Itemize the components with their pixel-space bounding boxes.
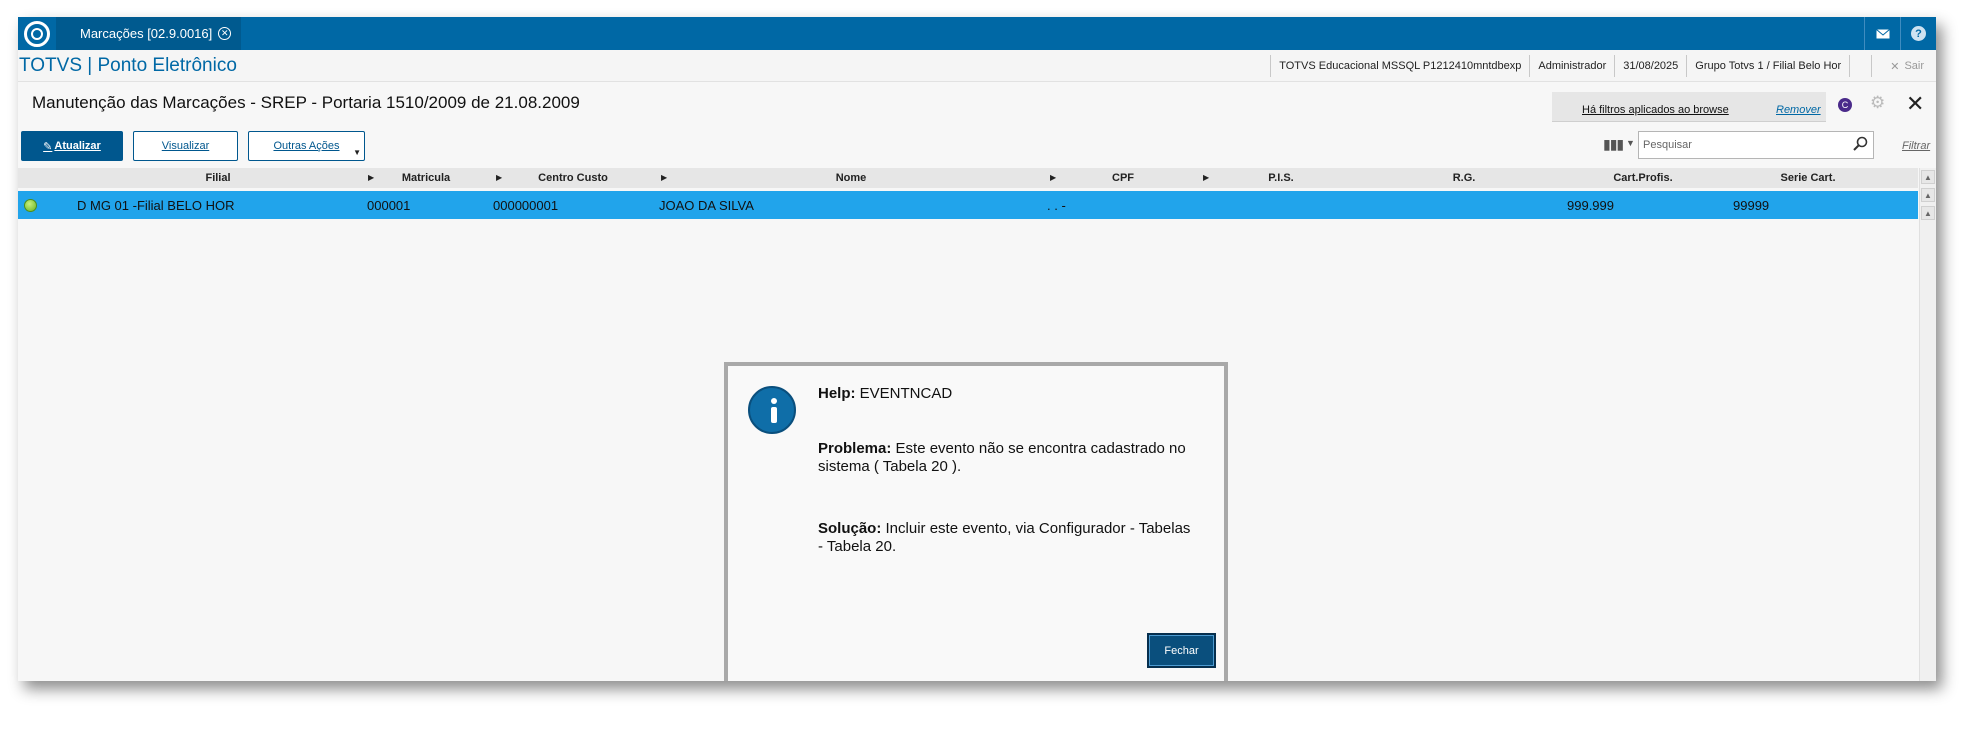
c-badge-icon[interactable]: C xyxy=(1838,98,1852,112)
filter-notice: Há filtros aplicados ao browse Remover xyxy=(1552,92,1826,122)
fechar-button[interactable]: Fechar xyxy=(1147,633,1216,668)
remove-filter-link[interactable]: Remover xyxy=(1776,104,1821,116)
solution-label: Solução: xyxy=(818,520,882,537)
column-header-matricula[interactable]: Matricula xyxy=(402,172,450,184)
outras-acoes-button[interactable]: Outras Ações ▼ xyxy=(248,131,365,161)
column-header-filial[interactable]: Filial xyxy=(205,172,230,184)
sort-arrow-icon[interactable]: ▶ xyxy=(1203,173,1209,182)
product-title: TOTVS | Ponto Eletrônico xyxy=(19,55,237,76)
column-header-centro-custo[interactable]: Centro Custo xyxy=(538,172,608,184)
tab-marcacoes[interactable]: Marcações [02.9.0016] ✕ xyxy=(56,17,242,50)
help-value: EVENTNCAD xyxy=(859,385,953,402)
sort-arrow-icon[interactable]: ▶ xyxy=(496,173,502,182)
status-green-icon xyxy=(24,199,37,212)
problem-label: Problema: xyxy=(818,440,892,457)
pencil-icon: ✎ xyxy=(43,140,53,153)
scroll-up-icon[interactable]: ▲ xyxy=(1921,206,1935,220)
base-date[interactable]: 31/08/2025 xyxy=(1614,55,1686,77)
tab-close-icon[interactable]: ✕ xyxy=(218,27,232,40)
header-spacer xyxy=(1849,55,1871,77)
exit-icon: ✕ xyxy=(1890,60,1900,73)
atualizar-button[interactable]: ✎ Atualizar xyxy=(21,131,123,161)
filtrar-link[interactable]: Filtrar xyxy=(1902,140,1930,152)
gear-icon[interactable]: ⚙ xyxy=(1870,93,1885,113)
cell-filial: D MG 01 -Filial BELO HOR xyxy=(77,198,235,213)
routine-title: Manutenção das Marcações - SREP - Portar… xyxy=(32,93,580,112)
visualizar-button[interactable]: Visualizar xyxy=(133,131,238,161)
cell-matricula: 000001 xyxy=(367,198,411,213)
scroll-page-up-icon[interactable]: ▲ xyxy=(1921,188,1935,202)
columns-icon[interactable]: ▮▮▮ xyxy=(1603,136,1624,153)
environment-name[interactable]: TOTVS Educacional MSSQL P121241​0mntdbex… xyxy=(1270,55,1529,77)
tab-bar: Marcações [02.9.0016] ✕ ? xyxy=(18,17,1936,50)
grid-scrollbar[interactable]: ▲ ▲ ▲ xyxy=(1919,168,1936,681)
exit-button[interactable]: ✕ Sair xyxy=(1871,55,1936,77)
search-input[interactable] xyxy=(1638,131,1874,159)
sort-arrow-icon[interactable]: ▶ xyxy=(1050,173,1056,182)
app-window: Marcações [02.9.0016] ✕ ? TOTVS | Ponto … xyxy=(18,17,1936,681)
column-header-cpf[interactable]: CPF xyxy=(1112,172,1134,184)
column-header-nome[interactable]: Nome xyxy=(836,172,867,184)
solution-text: Solução: Incluir este evento, via Config… xyxy=(818,520,1198,556)
info-icon xyxy=(748,386,796,434)
grid-header: Filial ▶ Matricula ▶ Centro Custo ▶ Nome… xyxy=(18,168,1918,188)
sort-arrow-icon[interactable]: ▶ xyxy=(368,173,374,182)
help-code: Help: EVENTNCAD xyxy=(818,385,1198,403)
table-row[interactable]: D MG 01 -Filial BELO HOR 000001 00000000… xyxy=(18,191,1918,219)
column-header-pis[interactable]: P.I.S. xyxy=(1268,172,1293,184)
user-name[interactable]: Administrador xyxy=(1529,55,1614,77)
filter-notice-link[interactable]: Há filtros aplicados ao browse xyxy=(1582,104,1729,116)
columns-caret-icon[interactable]: ▼ xyxy=(1626,138,1635,148)
caret-down-icon: ▼ xyxy=(353,148,361,157)
environment-info: TOTVS Educacional MSSQL P121241​0mntdbex… xyxy=(1270,55,1936,77)
cell-nome: JOAO DA SILVA xyxy=(659,198,754,213)
cell-cart-profis: 999.999 xyxy=(1567,198,1614,213)
help-label: Help: xyxy=(818,385,856,402)
close-routine-icon[interactable]: ✕ xyxy=(1906,91,1924,117)
totvs-logo-icon[interactable] xyxy=(24,21,50,47)
cell-cpf: . . - xyxy=(1047,198,1066,213)
help-icon[interactable]: ? xyxy=(1900,17,1936,50)
atualizar-label: Atualizar xyxy=(54,140,101,152)
app-header: TOTVS | Ponto Eletrônico TOTVS Educacion… xyxy=(18,50,1936,82)
column-header-serie-cart[interactable]: Serie Cart. xyxy=(1780,172,1835,184)
cell-serie-cart: 99999 xyxy=(1733,198,1770,213)
tab-label: Marcações [02.9.0016] xyxy=(80,26,213,41)
column-header-cart-profis[interactable]: Cart.Profis. xyxy=(1613,172,1672,184)
exit-label: Sair xyxy=(1904,60,1924,72)
outras-acoes-label: Outras Ações xyxy=(273,140,340,152)
problem-text: Problema: Este evento não se encontra ca… xyxy=(818,440,1198,476)
help-dialog: Help: EVENTNCAD Problema: Este evento nã… xyxy=(724,362,1228,681)
sort-arrow-icon[interactable]: ▶ xyxy=(661,173,667,182)
scroll-top-icon[interactable]: ▲ xyxy=(1921,170,1935,184)
mail-icon[interactable] xyxy=(1864,17,1900,50)
cell-centro-custo: 000000001 xyxy=(493,198,559,213)
company-branch[interactable]: Grupo Totvs 1 / Filial Belo Hor xyxy=(1686,55,1849,77)
column-header-rg[interactable]: R.G. xyxy=(1453,172,1476,184)
search-icon[interactable] xyxy=(1853,136,1868,154)
